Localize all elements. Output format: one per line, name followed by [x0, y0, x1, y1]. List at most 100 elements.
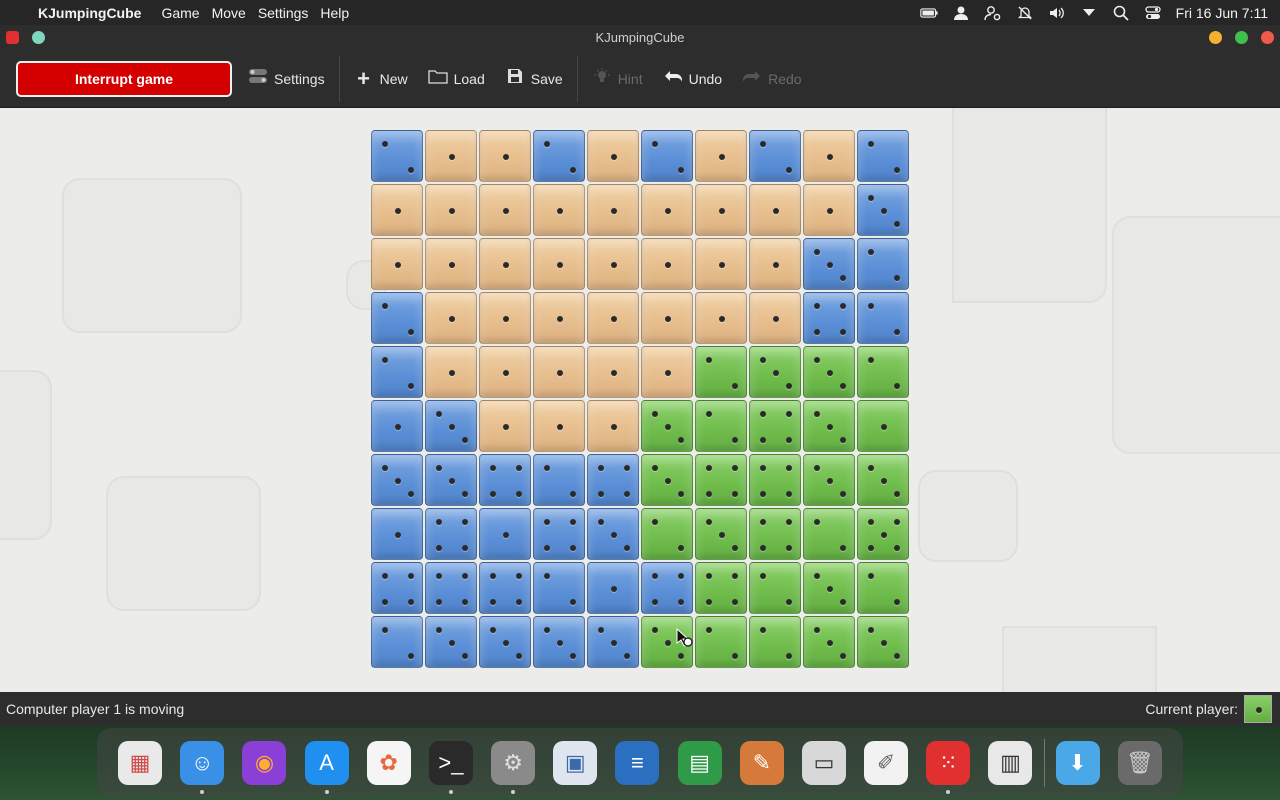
cube-r7-c4[interactable]	[587, 508, 639, 560]
cube-r8-c1[interactable]	[425, 562, 477, 614]
battery-icon[interactable]	[919, 6, 938, 20]
cube-r1-c3[interactable]	[533, 184, 585, 236]
image-viewer-dock-item[interactable]: ▣	[544, 728, 606, 798]
cube-r1-c8[interactable]	[803, 184, 855, 236]
cube-r3-c3[interactable]	[533, 292, 585, 344]
cube-r4-c0[interactable]	[371, 346, 423, 398]
cube-r0-c0[interactable]	[371, 130, 423, 182]
app-name-menu[interactable]: KJumpingCube	[38, 5, 141, 21]
cube-r8-c8[interactable]	[803, 562, 855, 614]
cube-r4-c5[interactable]	[641, 346, 693, 398]
cube-r4-c7[interactable]	[749, 346, 801, 398]
cube-r6-c7[interactable]	[749, 454, 801, 506]
cube-r3-c7[interactable]	[749, 292, 801, 344]
cube-r5-c8[interactable]	[803, 400, 855, 452]
interrupt-game-button[interactable]: Interrupt game	[16, 60, 232, 97]
cube-r0-c1[interactable]	[425, 130, 477, 182]
settings-button[interactable]: Settings	[238, 61, 335, 97]
finder-dock-item[interactable]: ☺	[171, 728, 233, 798]
cube-r7-c2[interactable]	[479, 508, 531, 560]
cube-r3-c0[interactable]	[371, 292, 423, 344]
calculator-dock-item[interactable]: ▥	[979, 728, 1041, 798]
cube-r2-c4[interactable]	[587, 238, 639, 290]
cube-r3-c9[interactable]	[857, 292, 909, 344]
cube-r6-c2[interactable]	[479, 454, 531, 506]
cube-r5-c5[interactable]	[641, 400, 693, 452]
cube-r9-c8[interactable]	[803, 616, 855, 668]
cube-r8-c5[interactable]	[641, 562, 693, 614]
redo-button[interactable]: Redo	[732, 61, 811, 97]
cube-r4-c4[interactable]	[587, 346, 639, 398]
cube-r7-c5[interactable]	[641, 508, 693, 560]
cube-r0-c7[interactable]	[749, 130, 801, 182]
search-icon[interactable]	[1112, 5, 1130, 21]
cube-r5-c4[interactable]	[587, 400, 639, 452]
cube-r1-c0[interactable]	[371, 184, 423, 236]
cube-r8-c6[interactable]	[695, 562, 747, 614]
cube-r4-c1[interactable]	[425, 346, 477, 398]
cube-r2-c3[interactable]	[533, 238, 585, 290]
cube-r6-c8[interactable]	[803, 454, 855, 506]
cube-r9-c0[interactable]	[371, 616, 423, 668]
user-icon[interactable]	[952, 6, 970, 20]
cube-r8-c7[interactable]	[749, 562, 801, 614]
cube-r9-c6[interactable]	[695, 616, 747, 668]
calc-dock-item[interactable]: ▤	[669, 728, 731, 798]
text-editor-dock-item[interactable]: ✐	[855, 728, 917, 798]
cube-r6-c9[interactable]	[857, 454, 909, 506]
cube-r0-c3[interactable]	[533, 130, 585, 182]
cube-r3-c2[interactable]	[479, 292, 531, 344]
cube-r5-c3[interactable]	[533, 400, 585, 452]
cube-r8-c3[interactable]	[533, 562, 585, 614]
cube-r2-c8[interactable]	[803, 238, 855, 290]
cube-r7-c8[interactable]	[803, 508, 855, 560]
cube-r3-c1[interactable]	[425, 292, 477, 344]
cube-r3-c4[interactable]	[587, 292, 639, 344]
cube-r4-c2[interactable]	[479, 346, 531, 398]
cube-r0-c8[interactable]	[803, 130, 855, 182]
dropdown-arrow-icon[interactable]	[1080, 6, 1098, 20]
cube-r5-c6[interactable]	[695, 400, 747, 452]
cube-r9-c9[interactable]	[857, 616, 909, 668]
cube-r7-c1[interactable]	[425, 508, 477, 560]
cube-r0-c2[interactable]	[479, 130, 531, 182]
cube-r0-c9[interactable]	[857, 130, 909, 182]
cube-r3-c6[interactable]	[695, 292, 747, 344]
save-button[interactable]: Save	[495, 61, 573, 97]
cube-r4-c3[interactable]	[533, 346, 585, 398]
control-center-icon[interactable]	[1144, 5, 1162, 20]
cube-r6-c1[interactable]	[425, 454, 477, 506]
cube-r1-c4[interactable]	[587, 184, 639, 236]
draw-dock-item[interactable]: ✎	[731, 728, 793, 798]
cube-r7-c9[interactable]	[857, 508, 909, 560]
cube-r1-c2[interactable]	[479, 184, 531, 236]
cube-r0-c6[interactable]	[695, 130, 747, 182]
cube-r3-c5[interactable]	[641, 292, 693, 344]
cube-r7-c7[interactable]	[749, 508, 801, 560]
cube-r9-c7[interactable]	[749, 616, 801, 668]
cube-r8-c9[interactable]	[857, 562, 909, 614]
cube-r0-c5[interactable]	[641, 130, 693, 182]
load-button[interactable]: Load	[418, 61, 495, 97]
menu-help[interactable]: Help	[320, 5, 349, 21]
cube-r1-c9[interactable]	[857, 184, 909, 236]
cube-r7-c3[interactable]	[533, 508, 585, 560]
cube-r5-c1[interactable]	[425, 400, 477, 452]
cube-r2-c7[interactable]	[749, 238, 801, 290]
account-settings-icon[interactable]	[983, 5, 1002, 20]
app-store-dock-item[interactable]: A	[296, 728, 358, 798]
cube-r6-c3[interactable]	[533, 454, 585, 506]
notifications-muted-icon[interactable]	[1016, 6, 1034, 20]
undo-button[interactable]: Undo	[653, 61, 732, 97]
cube-r7-c0[interactable]	[371, 508, 423, 560]
cube-r2-c9[interactable]	[857, 238, 909, 290]
cube-r9-c4[interactable]	[587, 616, 639, 668]
cube-r4-c9[interactable]	[857, 346, 909, 398]
minimize-button[interactable]	[1209, 31, 1222, 44]
writer-dock-item[interactable]: ≡	[606, 728, 668, 798]
cube-r2-c6[interactable]	[695, 238, 747, 290]
menu-game[interactable]: Game	[161, 5, 199, 21]
trash-dock-item[interactable]: 🗑	[1109, 728, 1171, 798]
cube-r5-c7[interactable]	[749, 400, 801, 452]
cube-r1-c1[interactable]	[425, 184, 477, 236]
